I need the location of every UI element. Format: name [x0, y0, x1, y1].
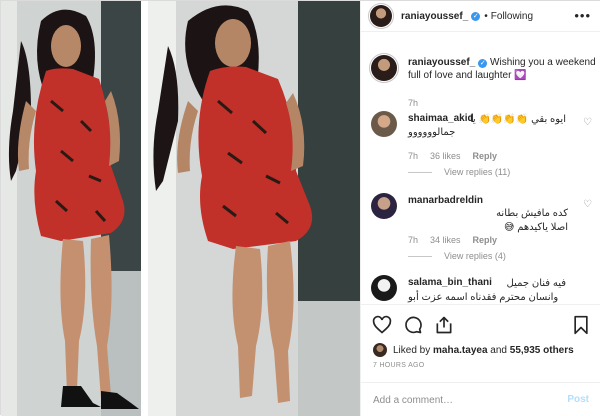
liker-username[interactable]: maha.tayea [433, 345, 487, 356]
comment-text-line2: جمالوووووو [408, 127, 456, 138]
comment-time[interactable]: 7h [408, 235, 418, 245]
comment-text-line2: وانسان محترم فقدناه اسمه عزت أبو [408, 292, 559, 303]
following-button[interactable]: Following [491, 11, 533, 22]
header-separator: • [484, 10, 488, 22]
comment-username[interactable]: shaimaa_akid [408, 113, 474, 124]
comment-username[interactable]: manarbadreldin [408, 195, 483, 206]
comment-meta: 7h 36 likes Reply [408, 151, 497, 161]
add-comment-bar: Add a comment… Post [361, 382, 600, 416]
post-header: raniayoussef_ ✓ • Following ••• [361, 1, 600, 32]
verified-badge-icon: ✓ [478, 59, 488, 68]
woman-red-dress-image-right [148, 1, 360, 416]
post-timestamp[interactable]: 7 HOURS AGO [373, 362, 425, 369]
view-replies-label[interactable]: View replies (11) [444, 167, 510, 177]
instagram-post: raniayoussef_ ✓ • Following ••• raniayou… [0, 0, 600, 416]
liker-avatar[interactable] [373, 343, 387, 357]
more-options-icon[interactable]: ••• [574, 8, 591, 23]
verified-badge-icon: ✓ [471, 11, 481, 21]
caption-author-avatar[interactable] [371, 55, 397, 81]
comment-text-line1: كده مافيش بطانه [496, 208, 568, 219]
view-replies[interactable]: View replies (11) [408, 167, 510, 177]
likes-summary: Liked by maha.tayea and 55,935 others [373, 343, 574, 357]
comment-likes[interactable]: 36 likes [430, 151, 461, 161]
photo-divider [141, 1, 148, 416]
commenter-avatar[interactable] [371, 193, 397, 219]
comment-username[interactable]: salama_bin_thani [408, 277, 492, 288]
likes-and: and [490, 344, 507, 356]
comment-time[interactable]: 7h [408, 151, 418, 161]
comment-reply-button[interactable]: Reply [473, 235, 498, 245]
view-replies[interactable]: View replies (4) [408, 251, 506, 261]
comment-text-line1: ايوه بقي 👏👏👏👏 يا [469, 114, 566, 125]
post-photo[interactable] [1, 1, 361, 416]
author-avatar[interactable] [370, 5, 392, 27]
photo-panel-left [1, 1, 141, 416]
view-replies-line [408, 255, 432, 257]
action-icons [372, 315, 454, 335]
add-comment-input[interactable]: Add a comment… [373, 395, 453, 406]
comment-likes[interactable]: 34 likes [430, 235, 461, 245]
commenter-avatar[interactable] [371, 111, 397, 137]
view-replies-label[interactable]: View replies (4) [444, 251, 506, 261]
heart-icon[interactable] [372, 315, 392, 335]
comment-text-line1: فيه فنان جميل [506, 278, 566, 289]
view-replies-line [408, 171, 432, 173]
likes-prefix: Liked by [393, 344, 431, 356]
bookmark-icon[interactable] [571, 315, 591, 335]
comments-list[interactable]: raniayoussef_ ✓ Wishing you a weekend ful… [361, 33, 600, 304]
commenter-avatar[interactable] [371, 275, 397, 301]
photo-panel-right [148, 1, 360, 416]
post-comment-button[interactable]: Post [567, 394, 589, 405]
comment-meta: 7h 34 likes Reply [408, 235, 497, 245]
caption-time[interactable]: 7h [408, 98, 418, 108]
post-sidebar: raniayoussef_ ✓ • Following ••• raniayou… [361, 1, 600, 416]
woman-red-dress-image-left [1, 1, 141, 416]
comment-like-icon[interactable]: ♡ [583, 117, 593, 128]
share-icon[interactable] [434, 315, 454, 335]
comment-text-line2: اصلا ياكيدهم 😅 [503, 222, 568, 233]
comment-reply-button[interactable]: Reply [473, 151, 498, 161]
post-actions: Liked by maha.tayea and 55,935 others [361, 304, 600, 357]
caption-body: raniayoussef_ ✓ Wishing you a weekend ful… [408, 56, 596, 82]
comment-like-icon[interactable]: ♡ [583, 199, 593, 210]
caption-username[interactable]: raniayoussef_ [408, 57, 475, 68]
comment-bubble-icon[interactable] [403, 315, 423, 335]
likes-count[interactable]: 55,935 others [510, 345, 574, 356]
author-username[interactable]: raniayoussef_ [401, 11, 468, 22]
